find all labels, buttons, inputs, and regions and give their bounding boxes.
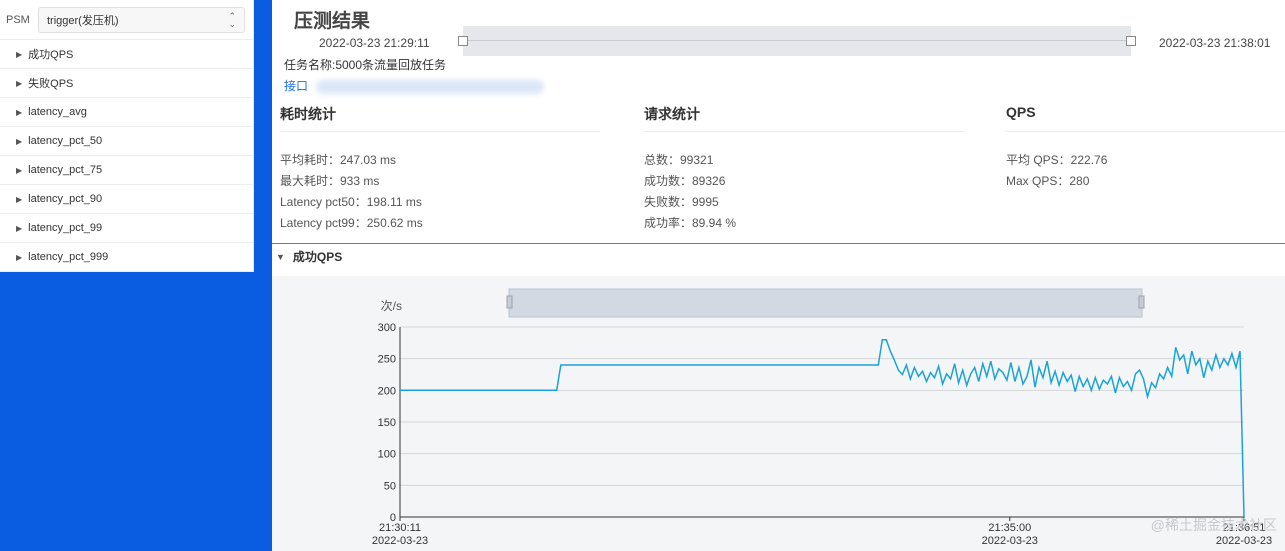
psm-label: PSM	[6, 13, 30, 26]
caret-right-icon: ▶	[16, 194, 23, 204]
stat-line: 失败数：9995	[644, 195, 719, 209]
y-tick-label: 300	[378, 322, 396, 334]
y-tick-label: 50	[384, 480, 396, 492]
section-title: 成功QPS	[292, 250, 343, 264]
caret-right-icon: ▶	[16, 78, 23, 88]
caret-right-icon: ▶	[16, 49, 23, 59]
y-tick-label: 150	[378, 417, 396, 429]
metric-sidebar: PSM trigger(发压机) ⌃ ⌄ ▶ 成功QPS ▶ 失败QPS ▶ laten…	[0, 0, 254, 272]
qps-stats-title: QPS	[1006, 104, 1285, 132]
sidebar-item-latency-avg[interactable]: ▶ latency_avg	[0, 98, 253, 127]
chevron-up-down-icon: ⌃ ⌄	[228, 10, 236, 29]
watermark: @稀土掘金技术社区	[1150, 517, 1277, 533]
sidebar-item-label: latency_pct_90	[28, 193, 103, 205]
stat-line: 总数：99321	[644, 153, 714, 167]
range-line	[463, 40, 1131, 41]
stat-line: 平均耗时：247.03 ms	[280, 153, 397, 167]
stat-line: 成功率：89.94 %	[644, 216, 737, 230]
sidebar-item-latency-pct-90[interactable]: ▶ latency_pct_90	[0, 185, 253, 214]
sidebar-item-label: latency_avg	[28, 106, 87, 118]
series-line	[400, 338, 1245, 518]
section-toggle-success-qps[interactable]: ▼ 成功QPS	[276, 248, 342, 265]
main-panel: 压测结果 2022-03-23 21:29:11 2022-03-23 21:3…	[272, 0, 1285, 551]
sidebar-item-latency-pct-99[interactable]: ▶ latency_pct_99	[0, 214, 253, 243]
interface-link[interactable]: 接口	[284, 77, 308, 94]
y-tick-label: 250	[378, 354, 396, 366]
latency-stats-title: 耗时统计	[280, 104, 600, 132]
range-handle-start[interactable]	[458, 36, 468, 46]
sidebar-item-label: latency_pct_99	[28, 222, 103, 234]
psm-row: PSM trigger(发压机) ⌃ ⌄	[0, 0, 253, 40]
zoom-handle-right	[1138, 295, 1145, 309]
sidebar-item-fail-qps[interactable]: ▶ 失败QPS	[0, 69, 253, 98]
x-tick-date: 2022-03-23	[372, 535, 428, 547]
task-name: 任务名称:5000条流量回放任务	[284, 58, 447, 72]
caret-right-icon: ▶	[16, 252, 23, 262]
caret-down-icon: ▼	[276, 251, 285, 262]
sidebar-item-latency-pct-75[interactable]: ▶ latency_pct_75	[0, 156, 253, 185]
caret-right-icon: ▶	[16, 223, 23, 233]
qps-line-chart: 次/s30025020015010050021:30:112022-03-232…	[372, 288, 1272, 547]
time-range-end: 2022-03-23 21:38:01	[1159, 36, 1271, 50]
x-tick-time: 21:35:00	[988, 522, 1031, 534]
sidebar-item-latency-pct-50[interactable]: ▶ latency_pct_50	[0, 127, 253, 156]
request-stats: 请求统计 总数：99321 成功数：89326 失败数：9995 成功率：89.…	[644, 104, 964, 234]
time-range-slider[interactable]	[458, 26, 1136, 56]
chart-zoom-slider	[508, 288, 1143, 318]
page-title: 压测结果	[294, 11, 371, 32]
stat-line: Latency pct99：250.62 ms	[280, 216, 423, 230]
caret-right-icon: ▶	[16, 107, 23, 117]
y-tick-label: 200	[378, 385, 396, 397]
sidebar-item-latency-pct-999[interactable]: ▶ latency_pct_999	[0, 243, 253, 272]
stat-line: Latency pct50：198.11 ms	[280, 195, 422, 209]
x-tick-date: 2022-03-23	[982, 535, 1038, 547]
stat-line: 最大耗时：933 ms	[280, 174, 380, 188]
psm-select[interactable]: trigger(发压机) ⌃ ⌄	[38, 6, 245, 33]
section-divider	[272, 243, 1285, 244]
caret-right-icon: ▶	[16, 136, 23, 146]
zoom-handle-left	[506, 295, 513, 309]
y-axis-label: 次/s	[381, 299, 402, 313]
x-tick-time: 21:30:11	[379, 522, 421, 534]
sidebar-item-label: 成功QPS	[28, 49, 74, 61]
qps-chart: 次/s 300 250 200 150 100 50 0 21:30:11 2022-03-23 2…	[272, 276, 1285, 551]
sidebar-item-label: latency_pct_999	[28, 251, 109, 263]
psm-select-value: trigger(发压机)	[47, 14, 119, 27]
time-range-start: 2022-03-23 21:29:11	[319, 36, 430, 50]
y-tick-label: 100	[378, 449, 396, 461]
x-tick-date: 2022-03-23	[1216, 535, 1272, 547]
qps-stats: QPS 平均 QPS：222.76 Max QPS：280	[1006, 104, 1285, 192]
stat-line: 平均 QPS：222.76	[1006, 153, 1108, 167]
caret-right-icon: ▶	[16, 165, 23, 175]
redacted-interface-value	[316, 80, 544, 94]
stat-line: 成功数：89326	[644, 174, 726, 188]
stat-line: Max QPS：280	[1006, 174, 1090, 188]
sidebar-item-success-qps[interactable]: ▶ 成功QPS	[0, 40, 253, 69]
range-handle-end[interactable]	[1126, 36, 1136, 46]
request-stats-title: 请求统计	[644, 104, 964, 132]
sidebar-item-label: 失败QPS	[28, 78, 74, 90]
latency-stats: 耗时统计 平均耗时：247.03 ms 最大耗时：933 ms Latency …	[280, 104, 600, 234]
sidebar-item-label: latency_pct_75	[28, 164, 103, 176]
sidebar-item-label: latency_pct_50	[28, 135, 103, 147]
